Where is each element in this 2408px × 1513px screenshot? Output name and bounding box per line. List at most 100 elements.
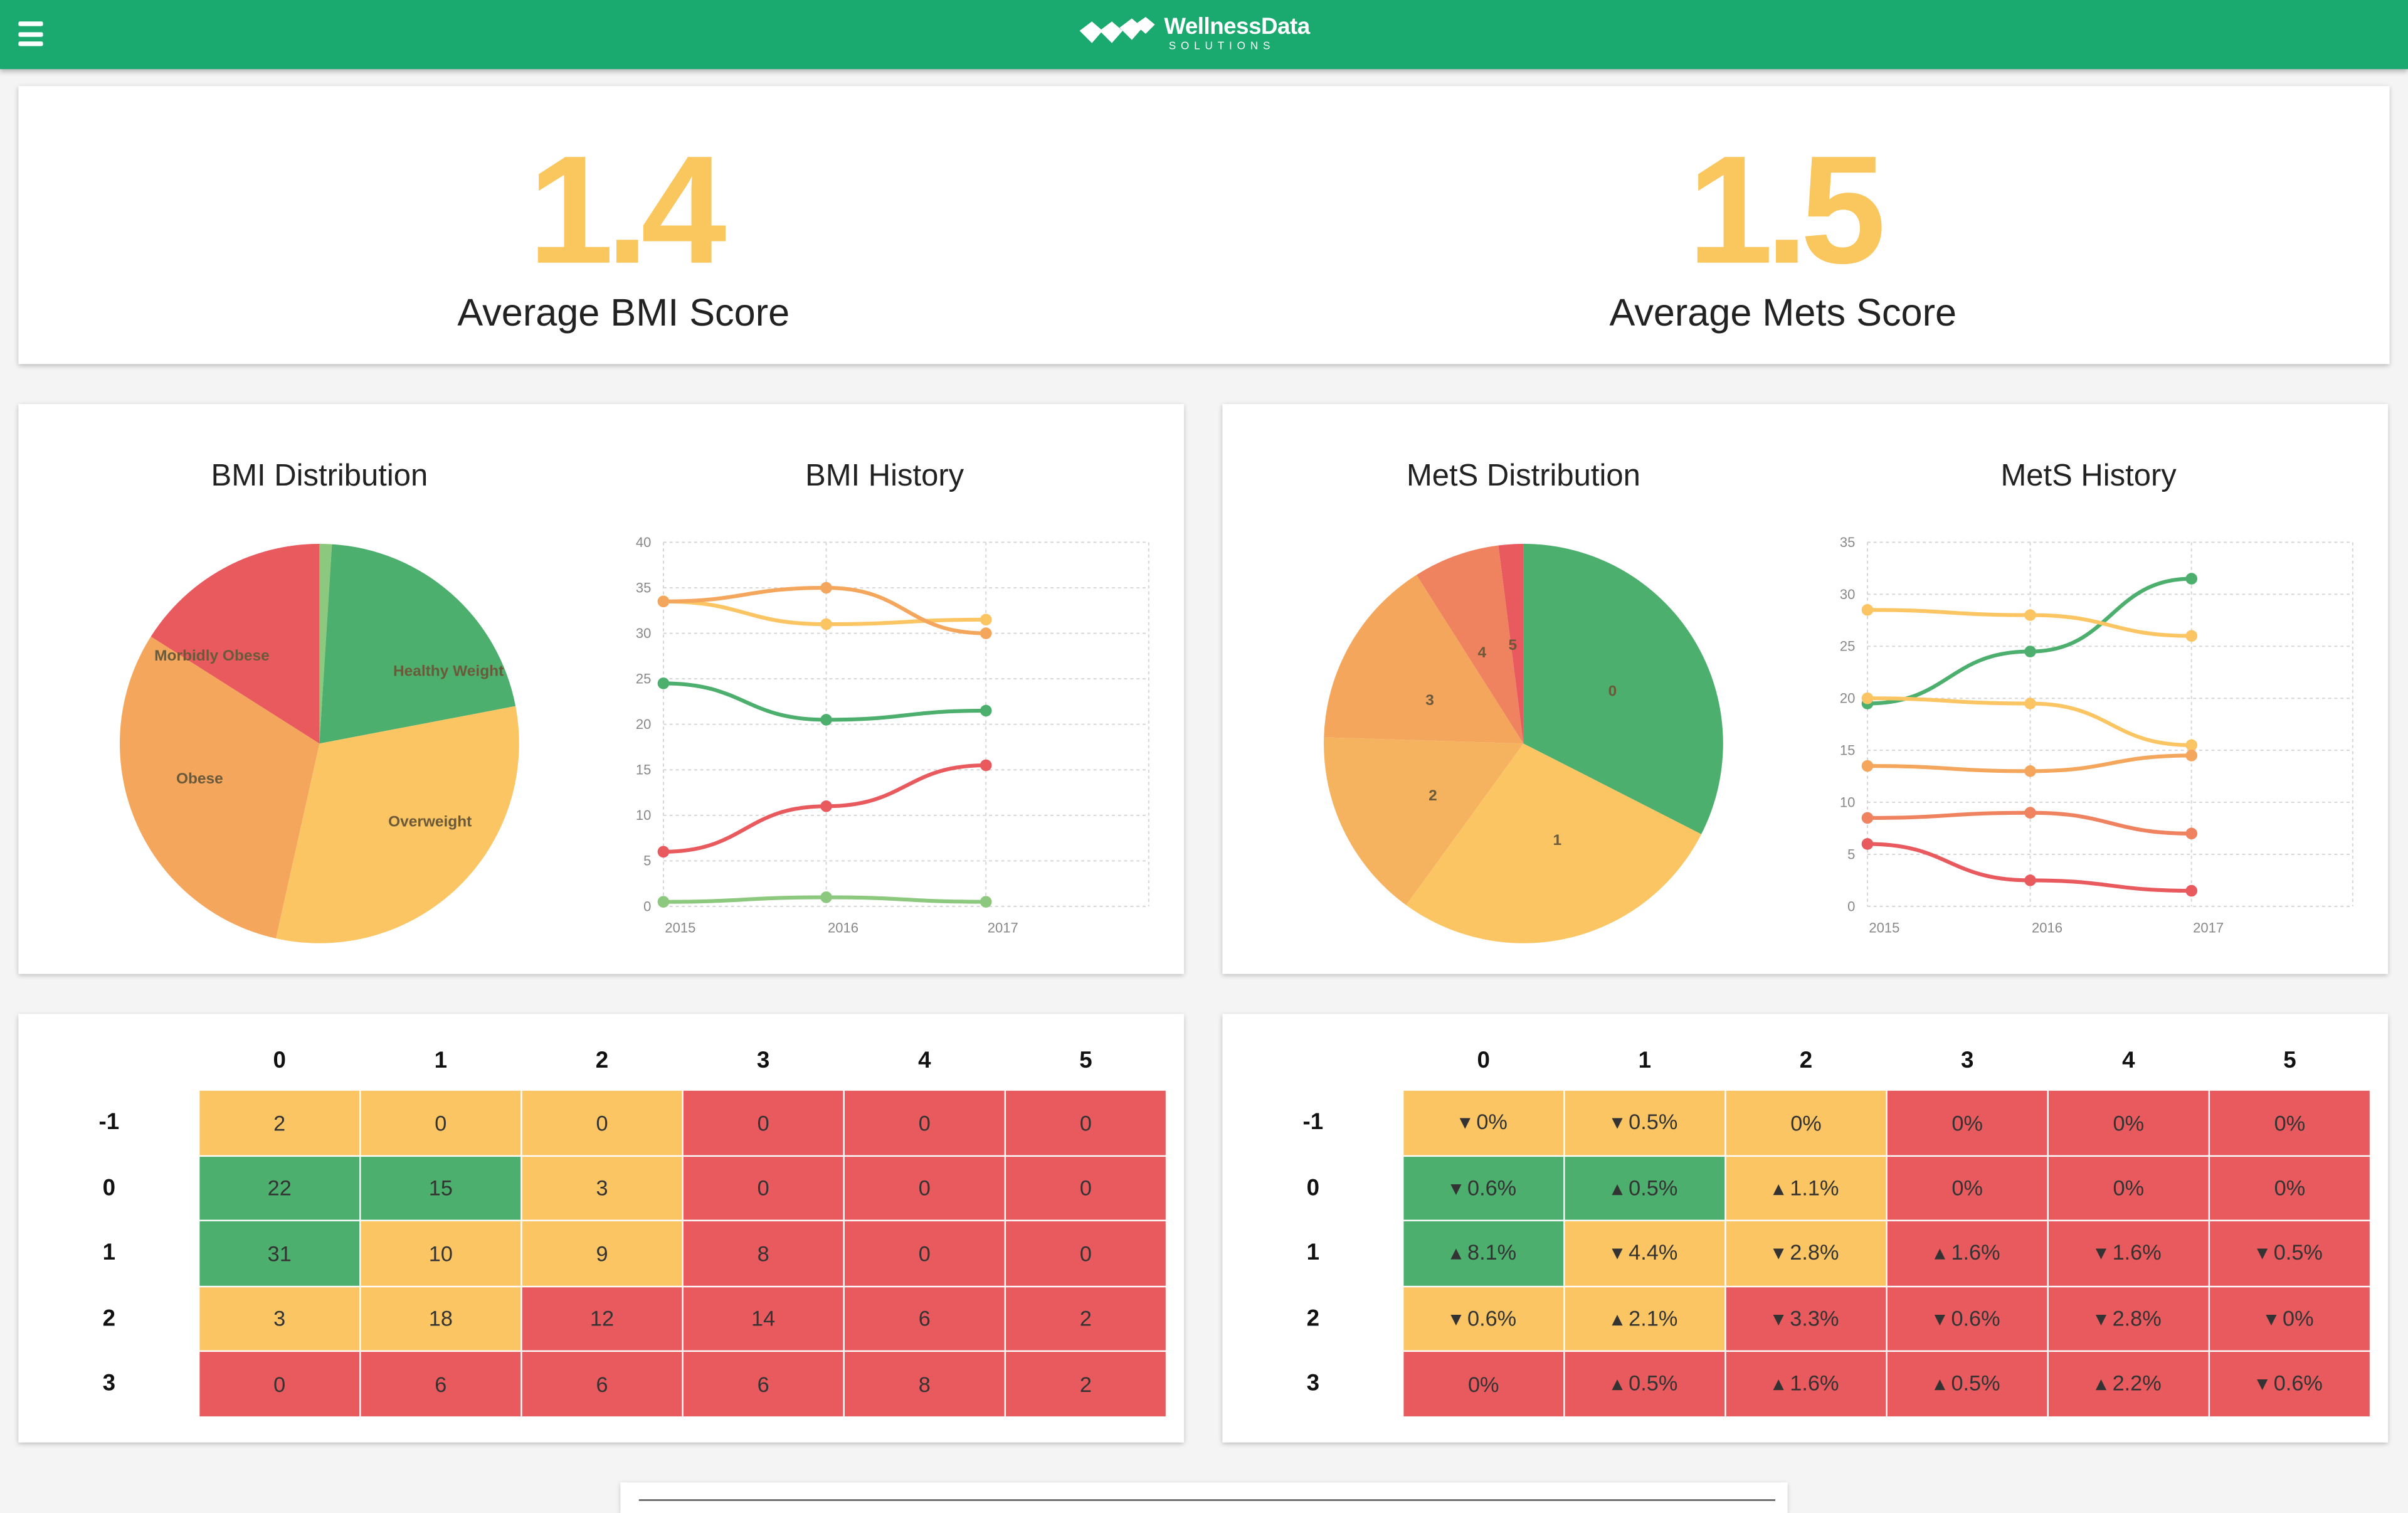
divider — [638, 1499, 1776, 1501]
mets-matrix-cell[interactable]: 0% — [2048, 1155, 2209, 1220]
bmi-matrix-cell[interactable]: 18 — [361, 1287, 521, 1351]
mets-matrix-cell[interactable]: ▾ 0.6% — [2210, 1352, 2370, 1416]
mets-matrix-cell[interactable]: ▴ 2.2% — [2048, 1352, 2209, 1416]
bmi-matrix-col-header: 2 — [595, 1048, 609, 1074]
bmi-matrix-row: 3066682 — [20, 1352, 1166, 1416]
mets-matrix-cell[interactable]: ▾ 0.6% — [1403, 1155, 1564, 1220]
hamburger-menu-icon[interactable] — [18, 21, 43, 46]
kpi-mets-value: 1.5 — [1687, 124, 1886, 297]
mets-matrix-cell[interactable]: 0% — [2048, 1090, 2209, 1155]
mets-matrix-cell[interactable]: ▾ 0.5% — [1565, 1090, 1725, 1155]
brand-logo[interactable]: WellnessData SOLUTIONS — [1077, 13, 1338, 58]
bmi-matrix-cell[interactable]: 3 — [522, 1155, 682, 1220]
mets-matrix-cell[interactable]: ▴ 2.1% — [1565, 1287, 1725, 1351]
mets-matrix-cell[interactable]: 0% — [1887, 1155, 2047, 1220]
mets-charts-card: MetS Distribution MetS History — [1222, 404, 2389, 974]
mets-matrix-cell[interactable]: 0% — [2210, 1155, 2370, 1220]
mets-matrix-row-header: 2 — [1306, 1305, 1320, 1332]
mets-matrix-cell[interactable]: ▾ 2.8% — [2048, 1287, 2209, 1351]
mets-matrix-cell[interactable]: ▴ 0.5% — [1887, 1352, 2047, 1416]
bmi-matrix-cell[interactable]: 2 — [1006, 1352, 1166, 1416]
bmi-matrix-cell[interactable]: 8 — [844, 1352, 1005, 1416]
dashboard: WellnessData SOLUTIONS 1.4 Average BMI S… — [0, 0, 2408, 1513]
bmi-matrix-cell[interactable]: 0 — [361, 1090, 521, 1155]
bmi-distribution-title: BMI Distribution — [211, 459, 428, 494]
bmi-matrix-cell[interactable]: 0 — [844, 1090, 1005, 1155]
bmi-matrix-cell[interactable]: 2 — [199, 1090, 360, 1155]
mets-matrix-cell[interactable]: ▾ 2.8% — [1726, 1221, 1886, 1285]
kpi-bmi-label: Average BMI Score — [457, 292, 790, 335]
kpi-bmi-value: 1.4 — [528, 124, 726, 297]
bmi-matrix-cell[interactable]: 0 — [522, 1090, 682, 1155]
mets-matrix-cell[interactable]: 0% — [1726, 1090, 1886, 1155]
mets-matrix-cell[interactable]: ▾ 1.6% — [2048, 1221, 2209, 1285]
bmi-matrix-row: 2 3 18 12 14 6 2 — [20, 1287, 1166, 1351]
bmi-matrix-row: -1 2 0 0 0 0 0 — [20, 1090, 1166, 1155]
bmi-matrix-cell[interactable]: 6 — [683, 1352, 843, 1416]
mets-matrix-cell[interactable]: ▾ 0% — [1403, 1090, 1564, 1155]
mets-matrix-cell[interactable]: ▴ 0.5% — [1565, 1352, 1725, 1416]
bmi-matrix-cell[interactable]: 0 — [1006, 1155, 1166, 1220]
mets-matrix-cell[interactable]: ▾ 0.6% — [1887, 1287, 2047, 1351]
mets-matrix-row: 2 ▾ 0.6% ▴ 2.1% ▾ 3.3% ▾ 0.6% ▾ 2.8% ▾ 0% — [1224, 1287, 2370, 1351]
bmi-matrix-cell[interactable]: 10 — [361, 1221, 521, 1285]
bmi-matrix-cell[interactable]: 0 — [199, 1352, 360, 1416]
brand-name: WellnessData — [1164, 14, 1310, 40]
mets-matrix-col-header: 4 — [2122, 1048, 2135, 1074]
mets-matrix-cell[interactable]: ▾ 0% — [2210, 1287, 2370, 1351]
bmi-matrix-cell[interactable]: 2 — [1006, 1287, 1166, 1351]
bmi-matrix-cell[interactable]: 3 — [199, 1287, 360, 1351]
mets-matrix-row-header: 0 — [1306, 1174, 1320, 1201]
bmi-matrix-cell[interactable]: 0 — [844, 1221, 1005, 1285]
bmi-matrix-row-header: -1 — [98, 1109, 120, 1136]
bmi-matrix-col-header: 3 — [756, 1048, 770, 1074]
mets-matrix-cell[interactable]: 0% — [2210, 1090, 2370, 1155]
mets-matrix-cell[interactable]: ▾ 0.6% — [1403, 1287, 1564, 1351]
bmi-matrix-row-header: 1 — [102, 1240, 116, 1266]
bmi-matrix-cell[interactable]: 0 — [1006, 1090, 1166, 1155]
mets-distribution-title: MetS Distribution — [1406, 459, 1640, 494]
mets-matrix-cell[interactable]: ▴ 1.6% — [1887, 1221, 2047, 1285]
bmi-matrix-cell[interactable]: 0 — [1006, 1221, 1166, 1285]
bmi-matrix-cell[interactable]: 15 — [361, 1155, 521, 1220]
top-app-bar: WellnessData SOLUTIONS — [0, 0, 2408, 70]
bmi-matrix-col-header: 4 — [918, 1048, 931, 1074]
bmi-matrix-cell[interactable]: 6 — [522, 1352, 682, 1416]
mets-matrix-col-header: 5 — [2283, 1048, 2296, 1074]
mets-matrix-cell[interactable]: 0% — [1887, 1090, 2047, 1155]
mets-matrix-col-header: 1 — [1638, 1048, 1652, 1074]
bmi-matrix-cell[interactable]: 6 — [844, 1287, 1005, 1351]
bmi-matrix-cell[interactable]: 6 — [361, 1352, 521, 1416]
bmi-matrix-table: 0 1 2 3 4 5 -1 2 0 0 0 0 0 0 22 15 3 0 0 0 1 31 10 9 8 0 0 2 3 18 12 14… — [18, 1014, 1167, 1417]
bmi-matrix-cell[interactable]: 0 — [683, 1155, 843, 1220]
mets-matrix-cell[interactable]: ▴ 0.5% — [1565, 1155, 1725, 1220]
bmi-matrix-col-header: 5 — [1079, 1048, 1092, 1074]
mets-matrix-card: 0 1 2 3 4 5 -1 ▾ 0% ▾ 0.5% 0% 0% 0% 0% 0 ▾ 0.6% ▴ 0.5% ▴… — [1222, 1014, 2389, 1443]
bottom-table-card — [620, 1482, 1788, 1513]
mets-matrix-col-header: 0 — [1477, 1048, 1490, 1074]
mets-matrix-cell[interactable]: ▴ 8.1% — [1403, 1221, 1564, 1285]
bmi-matrix-card: 0 1 2 3 4 5 -1 2 0 0 0 0 0 0 22 15 3 0 0 0 1 31 10 9 8 0 0 2 3 18 12 14… — [18, 1014, 1185, 1443]
kpi-card: 1.4 Average BMI Score 1.5 Average Mets S… — [18, 86, 2390, 364]
bmi-matrix-row: 0 22 15 3 0 0 0 — [20, 1155, 1166, 1220]
bmi-matrix-row-header: 2 — [102, 1305, 116, 1332]
mets-matrix-cell[interactable]: ▾ 4.4% — [1565, 1221, 1725, 1285]
bmi-matrix-cell[interactable]: 9 — [522, 1221, 682, 1285]
bmi-matrix-cell[interactable]: 8 — [683, 1221, 843, 1285]
kpi-mets-label: Average Mets Score — [1609, 292, 1957, 335]
bmi-matrix-cell[interactable]: 12 — [522, 1287, 682, 1351]
bmi-matrix-cell[interactable]: 22 — [199, 1155, 360, 1220]
kpi-mets: 1.5 Average Mets Score — [1476, 124, 2090, 336]
mets-matrix-cell[interactable]: ▾ 0.5% — [2210, 1221, 2370, 1285]
bmi-matrix-cell[interactable]: 0 — [844, 1155, 1005, 1220]
bmi-matrix-cell[interactable]: 0 — [683, 1090, 843, 1155]
bmi-matrix-row-header: 0 — [102, 1174, 116, 1201]
mets-matrix-col-header: 3 — [1960, 1048, 1974, 1074]
mets-matrix-cell[interactable]: ▴ 1.6% — [1726, 1352, 1886, 1416]
mets-matrix-cell[interactable]: 0% — [1403, 1352, 1564, 1416]
mets-matrix-corner — [1224, 1016, 1402, 1090]
bmi-matrix-cell[interactable]: 31 — [199, 1221, 360, 1285]
mets-matrix-cell[interactable]: ▾ 3.3% — [1726, 1287, 1886, 1351]
bmi-matrix-cell[interactable]: 14 — [683, 1287, 843, 1351]
mets-matrix-cell[interactable]: ▴ 1.1% — [1726, 1155, 1886, 1220]
